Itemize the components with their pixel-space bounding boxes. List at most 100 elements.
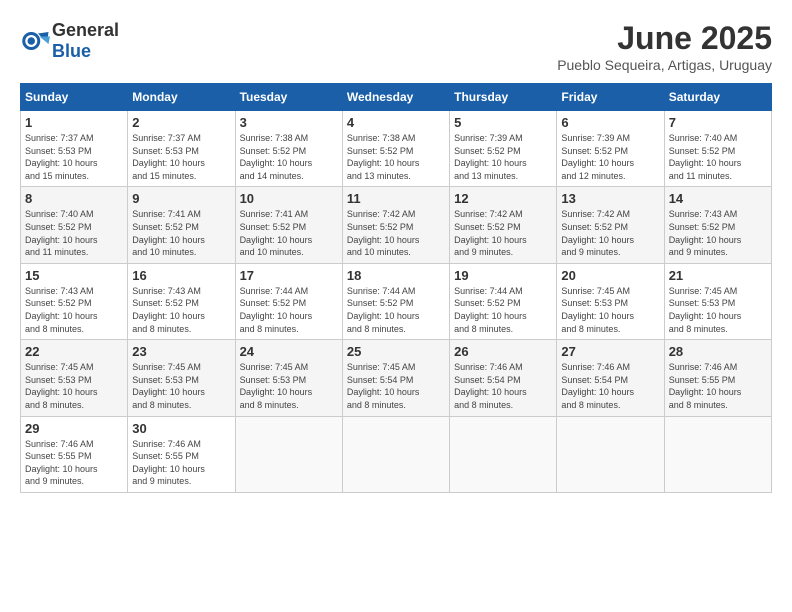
- header-tuesday: Tuesday: [235, 84, 342, 111]
- day-number: 1: [25, 115, 123, 130]
- calendar-day: 9 Sunrise: 7:41 AMSunset: 5:52 PMDaylight…: [128, 187, 235, 263]
- location-subtitle: Pueblo Sequeira, Artigas, Uruguay: [557, 57, 772, 73]
- day-info: Sunrise: 7:45 AMSunset: 5:53 PMDaylight:…: [25, 361, 123, 411]
- calendar-day: 7 Sunrise: 7:40 AMSunset: 5:52 PMDaylight…: [664, 111, 771, 187]
- day-number: 13: [561, 191, 659, 206]
- day-number: 22: [25, 344, 123, 359]
- calendar-day: 17 Sunrise: 7:44 AMSunset: 5:52 PMDayligh…: [235, 263, 342, 339]
- day-info: Sunrise: 7:38 AMSunset: 5:52 PMDaylight:…: [240, 132, 338, 182]
- day-number: 11: [347, 191, 445, 206]
- calendar-day: 10Sunrise: 7:41 AMSunset: 5:52 PMDayligh…: [235, 187, 342, 263]
- calendar-day: 13 Sunrise: 7:42 AMSunset: 5:52 PMDayligh…: [557, 187, 664, 263]
- calendar-week-1: 1 Sunrise: 7:37 AMSunset: 5:53 PMDaylight…: [21, 111, 772, 187]
- calendar-day: 12 Sunrise: 7:42 AMSunset: 5:52 PMDayligh…: [450, 187, 557, 263]
- day-info: Sunrise: 7:43 AMSunset: 5:52 PMDaylight:…: [132, 285, 230, 335]
- day-info: Sunrise: 7:45 AMSunset: 5:54 PMDaylight:…: [347, 361, 445, 411]
- logo: General Blue: [20, 20, 119, 62]
- day-number: 23: [132, 344, 230, 359]
- calendar-day: 5 Sunrise: 7:39 AMSunset: 5:52 PMDaylight…: [450, 111, 557, 187]
- calendar-day: 8Sunrise: 7:40 AMSunset: 5:52 PMDaylight…: [21, 187, 128, 263]
- day-number: 5: [454, 115, 552, 130]
- day-info: Sunrise: 7:45 AMSunset: 5:53 PMDaylight:…: [561, 285, 659, 335]
- calendar-day: 25 Sunrise: 7:45 AMSunset: 5:54 PMDayligh…: [342, 340, 449, 416]
- header-friday: Friday: [557, 84, 664, 111]
- page-header: General Blue June 2025 Pueblo Sequeira, …: [20, 20, 772, 73]
- day-info: Sunrise: 7:40 AMSunset: 5:52 PMDaylight:…: [669, 132, 767, 182]
- day-number: 15: [25, 268, 123, 283]
- calendar-day: 4 Sunrise: 7:38 AMSunset: 5:52 PMDaylight…: [342, 111, 449, 187]
- day-number: 24: [240, 344, 338, 359]
- day-info: Sunrise: 7:38 AMSunset: 5:52 PMDaylight:…: [347, 132, 445, 182]
- day-info: Sunrise: 7:45 AMSunset: 5:53 PMDaylight:…: [240, 361, 338, 411]
- calendar-day: [342, 416, 449, 492]
- calendar-day: 18Sunrise: 7:44 AMSunset: 5:52 PMDayligh…: [342, 263, 449, 339]
- day-info: Sunrise: 7:42 AMSunset: 5:52 PMDaylight:…: [347, 208, 445, 258]
- calendar-day: 30Sunrise: 7:46 AMSunset: 5:55 PMDayligh…: [128, 416, 235, 492]
- header-thursday: Thursday: [450, 84, 557, 111]
- logo-blue: Blue: [52, 41, 91, 61]
- day-number: 3: [240, 115, 338, 130]
- calendar-day: 14Sunrise: 7:43 AMSunset: 5:52 PMDayligh…: [664, 187, 771, 263]
- day-number: 17: [240, 268, 338, 283]
- day-number: 25: [347, 344, 445, 359]
- day-number: 7: [669, 115, 767, 130]
- calendar-day: 11 Sunrise: 7:42 AMSunset: 5:52 PMDayligh…: [342, 187, 449, 263]
- day-number: 29: [25, 421, 123, 436]
- day-info: Sunrise: 7:39 AMSunset: 5:52 PMDaylight:…: [454, 132, 552, 182]
- month-title: June 2025: [557, 20, 772, 57]
- day-info: Sunrise: 7:41 AMSunset: 5:52 PMDaylight:…: [132, 208, 230, 258]
- logo-icon: [20, 26, 50, 56]
- day-number: 21: [669, 268, 767, 283]
- day-number: 26: [454, 344, 552, 359]
- calendar-day: 21 Sunrise: 7:45 AMSunset: 5:53 PMDayligh…: [664, 263, 771, 339]
- day-number: 12: [454, 191, 552, 206]
- day-info: Sunrise: 7:44 AMSunset: 5:52 PMDaylight:…: [454, 285, 552, 335]
- header-wednesday: Wednesday: [342, 84, 449, 111]
- day-number: 4: [347, 115, 445, 130]
- calendar-day: 6Sunrise: 7:39 AMSunset: 5:52 PMDaylight…: [557, 111, 664, 187]
- calendar-day: 26Sunrise: 7:46 AMSunset: 5:54 PMDayligh…: [450, 340, 557, 416]
- header-monday: Monday: [128, 84, 235, 111]
- day-number: 6: [561, 115, 659, 130]
- calendar-day: [235, 416, 342, 492]
- day-number: 19: [454, 268, 552, 283]
- calendar-day: [557, 416, 664, 492]
- day-info: Sunrise: 7:45 AMSunset: 5:53 PMDaylight:…: [669, 285, 767, 335]
- day-info: Sunrise: 7:37 AMSunset: 5:53 PMDaylight:…: [25, 132, 123, 182]
- day-number: 20: [561, 268, 659, 283]
- calendar-day: 20 Sunrise: 7:45 AMSunset: 5:53 PMDayligh…: [557, 263, 664, 339]
- calendar-week-3: 15 Sunrise: 7:43 AMSunset: 5:52 PMDayligh…: [21, 263, 772, 339]
- day-info: Sunrise: 7:42 AMSunset: 5:52 PMDaylight:…: [561, 208, 659, 258]
- day-number: 30: [132, 421, 230, 436]
- title-area: June 2025 Pueblo Sequeira, Artigas, Urug…: [557, 20, 772, 73]
- day-number: 2: [132, 115, 230, 130]
- header-sunday: Sunday: [21, 84, 128, 111]
- calendar-day: 2 Sunrise: 7:37 AMSunset: 5:53 PMDaylight…: [128, 111, 235, 187]
- calendar-header-row: Sunday Monday Tuesday Wednesday Thursday…: [21, 84, 772, 111]
- calendar-day: 15 Sunrise: 7:43 AMSunset: 5:52 PMDayligh…: [21, 263, 128, 339]
- calendar-day: 22 Sunrise: 7:45 AMSunset: 5:53 PMDayligh…: [21, 340, 128, 416]
- day-number: 18: [347, 268, 445, 283]
- day-info: Sunrise: 7:45 AMSunset: 5:53 PMDaylight:…: [132, 361, 230, 411]
- calendar-day: 23 Sunrise: 7:45 AMSunset: 5:53 PMDayligh…: [128, 340, 235, 416]
- day-number: 27: [561, 344, 659, 359]
- day-info: Sunrise: 7:43 AMSunset: 5:52 PMDaylight:…: [25, 285, 123, 335]
- day-info: Sunrise: 7:37 AMSunset: 5:53 PMDaylight:…: [132, 132, 230, 182]
- day-number: 28: [669, 344, 767, 359]
- calendar-day: [664, 416, 771, 492]
- day-number: 8: [25, 191, 123, 206]
- header-saturday: Saturday: [664, 84, 771, 111]
- day-info: Sunrise: 7:46 AMSunset: 5:54 PMDaylight:…: [561, 361, 659, 411]
- day-info: Sunrise: 7:44 AMSunset: 5:52 PMDaylight:…: [240, 285, 338, 335]
- day-number: 10: [240, 191, 338, 206]
- day-info: Sunrise: 7:46 AMSunset: 5:55 PMDaylight:…: [669, 361, 767, 411]
- calendar-day: 27 Sunrise: 7:46 AMSunset: 5:54 PMDayligh…: [557, 340, 664, 416]
- logo-text: General Blue: [52, 20, 119, 62]
- day-number: 9: [132, 191, 230, 206]
- calendar-day: 28 Sunrise: 7:46 AMSunset: 5:55 PMDayligh…: [664, 340, 771, 416]
- day-info: Sunrise: 7:42 AMSunset: 5:52 PMDaylight:…: [454, 208, 552, 258]
- calendar-day: [450, 416, 557, 492]
- calendar-day: 1 Sunrise: 7:37 AMSunset: 5:53 PMDaylight…: [21, 111, 128, 187]
- calendar-week-5: 29Sunrise: 7:46 AMSunset: 5:55 PMDayligh…: [21, 416, 772, 492]
- calendar-table: Sunday Monday Tuesday Wednesday Thursday…: [20, 83, 772, 493]
